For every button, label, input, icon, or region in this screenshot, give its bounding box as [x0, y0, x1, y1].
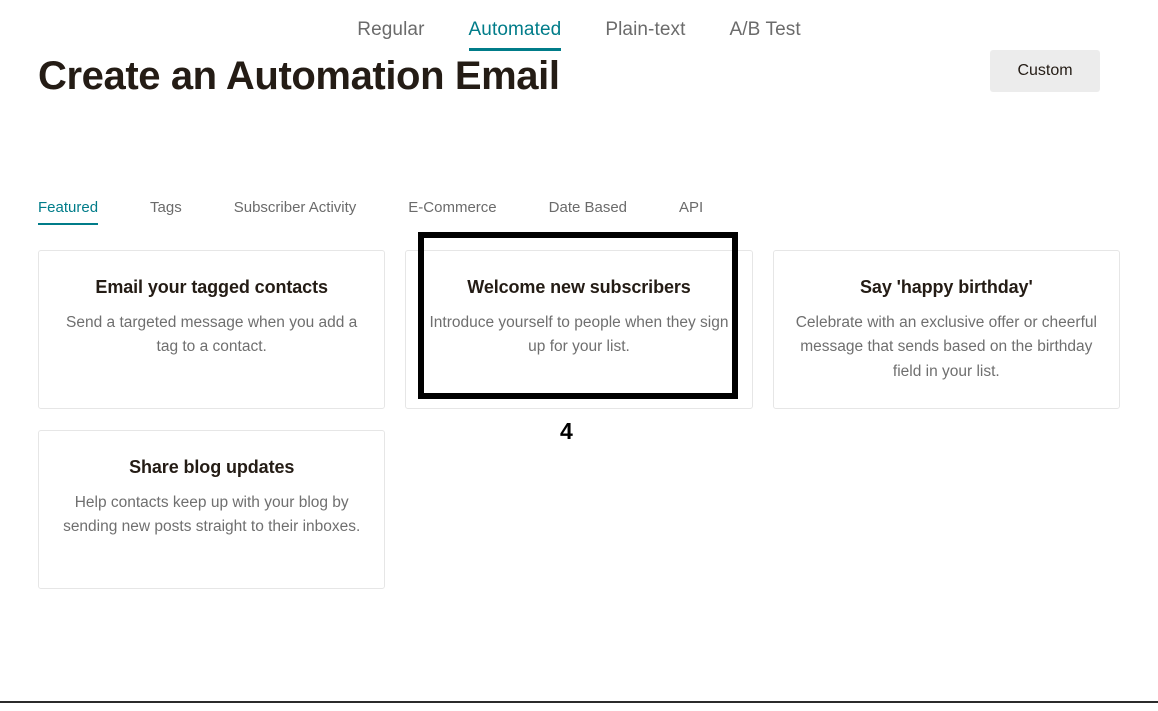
card-title: Share blog updates: [129, 457, 295, 477]
category-tabs: Featured Tags Subscriber Activity E-Comm…: [0, 200, 1158, 234]
card-title: Email your tagged contacts: [95, 277, 328, 297]
custom-button[interactable]: Custom: [990, 50, 1100, 92]
automation-card-happy-birthday[interactable]: Say 'happy birthday' Celebrate with an e…: [772, 250, 1120, 409]
email-type-tabs: Regular Automated Plain-text A/B Test: [0, 0, 1158, 51]
category-tab-e-commerce[interactable]: E-Commerce: [408, 200, 496, 225]
card-description: Introduce yourself to people when they s…: [429, 313, 729, 356]
automation-card-share-blog-updates[interactable]: Share blog updates Help contacts keep up…: [38, 430, 386, 589]
card-title: Welcome new subscribers: [467, 277, 691, 297]
card-description: Help contacts keep up with your blog by …: [63, 493, 361, 536]
category-tab-api[interactable]: API: [679, 200, 703, 225]
card-description: Celebrate with an exclusive offer or che…: [795, 313, 1097, 381]
page-header: Create an Automation Email Custom: [0, 42, 1158, 132]
category-tab-date-based[interactable]: Date Based: [549, 200, 627, 225]
card-row: Share blog updates Help contacts keep up…: [38, 430, 1120, 589]
page-title: Create an Automation Email: [38, 54, 560, 98]
category-tab-tags[interactable]: Tags: [150, 200, 182, 225]
automation-card-tagged-contacts[interactable]: Email your tagged contacts Send a target…: [38, 250, 386, 409]
category-tab-featured[interactable]: Featured: [38, 200, 99, 225]
bottom-divider: [0, 701, 1158, 703]
card-description: Send a targeted message when you add a t…: [66, 313, 358, 356]
card-row: Email your tagged contacts Send a target…: [38, 250, 1120, 409]
automation-card-grid: Email your tagged contacts Send a target…: [38, 250, 1120, 589]
category-tab-subscriber-activity[interactable]: Subscriber Activity: [234, 200, 357, 225]
card-title: Say 'happy birthday': [860, 277, 1033, 297]
automation-card-welcome-new-subscribers[interactable]: Welcome new subscribers Introduce yourse…: [405, 250, 753, 409]
